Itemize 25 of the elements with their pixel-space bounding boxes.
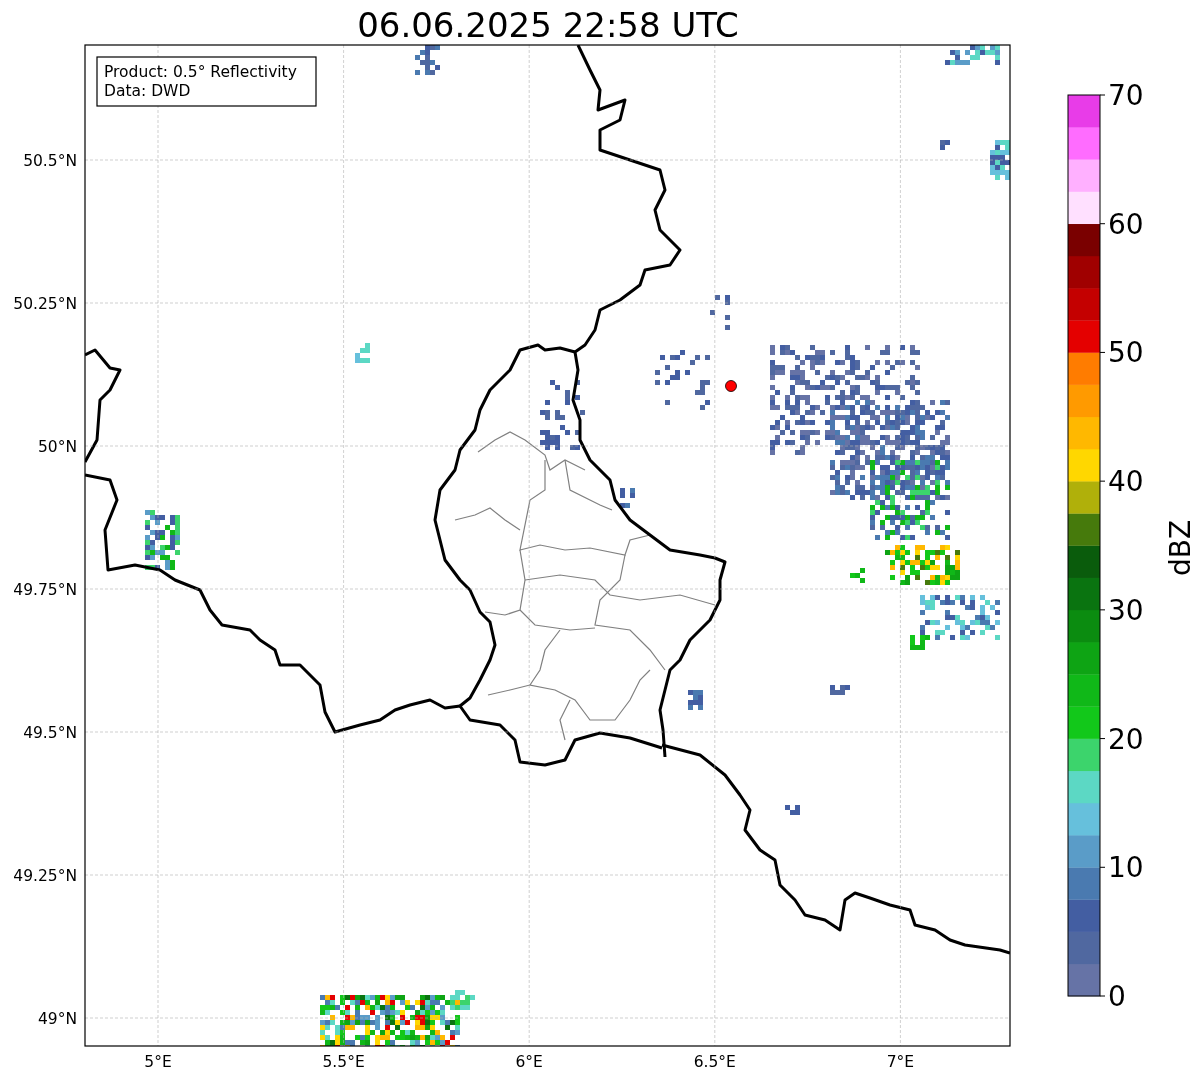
colorbar-tick-label: 70 [1108, 79, 1144, 112]
latitude-label: 50.25°N [13, 295, 77, 313]
radar-site-marker [725, 380, 737, 392]
latitude-label: 50°N [37, 438, 77, 456]
latitude-label: 49°N [37, 1010, 77, 1028]
colorbar-tick-label: 50 [1108, 336, 1144, 370]
info-text: Data: DWD [104, 82, 191, 100]
latitude-label: 49.25°N [13, 867, 77, 885]
longitude-label: 5°E [144, 1053, 172, 1071]
latitude-label: 50.5°N [23, 152, 77, 170]
longitude-label: 7°E [886, 1053, 915, 1071]
info-text: Product: 0.5° Reflectivity [104, 63, 297, 81]
colorbar-tick-label: 30 [1108, 593, 1144, 627]
colorbar-tick-label: 40 [1108, 465, 1144, 499]
longitude-label: 6.5°E [693, 1053, 736, 1071]
latitude-label: 49.5°N [23, 724, 77, 742]
colorbar-tick-label: 20 [1108, 722, 1144, 756]
colorbar-label: dBZ [1164, 519, 1197, 577]
longitude-label: 6°E [515, 1053, 543, 1071]
colorbar-tick-label: 10 [1108, 851, 1144, 885]
latitude-label: 49.75°N [13, 581, 77, 599]
colorbar-tick-label: 60 [1108, 207, 1144, 241]
longitude-label: 5.5°E [322, 1053, 365, 1071]
figure-title: 06.06.2025 22:58 UTC [357, 5, 739, 45]
colorbar-tick-label: 0 [1108, 980, 1126, 1013]
